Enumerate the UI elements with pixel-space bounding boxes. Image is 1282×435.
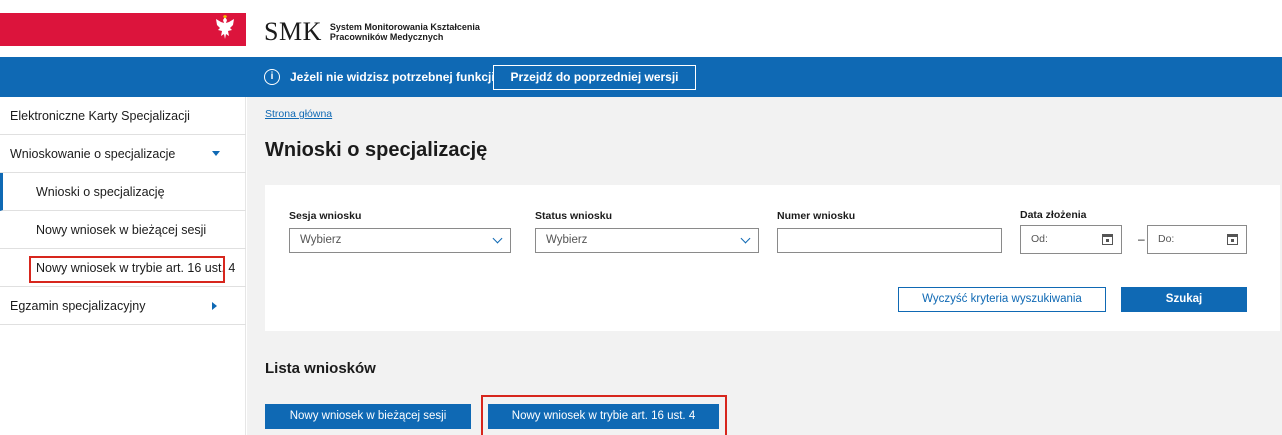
search-button[interactable]: Szukaj: [1121, 287, 1247, 312]
list-title: Lista wniosków: [265, 360, 376, 377]
info-text: Jeżeli nie widzisz potrzebnej funkcji: [290, 70, 495, 84]
sidebar-item-label: Wnioskowanie o specjalizacje: [10, 147, 176, 161]
logo-subtitle-line1: System Monitorowania Kształcenia: [329, 22, 480, 32]
sidebar: Elektroniczne Karty Specjalizacji Wniosk…: [0, 97, 246, 435]
chevron-down-icon: [740, 233, 751, 244]
logo-smk-text: SMK: [264, 17, 322, 46]
caret-down-icon: [212, 151, 220, 156]
date-label: Data złożenia: [1020, 209, 1087, 221]
calendar-icon[interactable]: [1227, 234, 1238, 245]
info-bar: i Jeżeli nie widzisz potrzebnej funkcji …: [0, 57, 1282, 97]
chevron-down-icon: [492, 233, 503, 244]
white-eagle-emblem-icon: [216, 15, 234, 39]
main-content: Strona główna Wnioski o specjalizację Se…: [247, 97, 1282, 435]
sidebar-item-wnioskowanie[interactable]: Wnioskowanie o specjalizacje: [0, 135, 246, 173]
status-select[interactable]: Wybierz: [535, 228, 759, 253]
date-from-input[interactable]: Od:: [1020, 225, 1122, 254]
sidebar-item-wnioski[interactable]: Wnioski o specjalizację: [0, 173, 246, 211]
sidebar-item-label: Egzamin specjalizacyjny: [10, 299, 146, 313]
sidebar-item-label: Wnioski o specjalizację: [36, 185, 165, 199]
new-current-session-button[interactable]: Nowy wniosek w bieżącej sesji: [265, 404, 471, 429]
previous-version-button[interactable]: Przejdź do poprzedniej wersji: [493, 65, 696, 90]
calendar-icon[interactable]: [1102, 234, 1113, 245]
page-title: Wnioski o specjalizację: [265, 139, 488, 161]
number-input[interactable]: [777, 228, 1002, 253]
session-select[interactable]: Wybierz: [289, 228, 511, 253]
date-to-input[interactable]: Do:: [1147, 225, 1247, 254]
session-label: Sesja wniosku: [289, 210, 362, 222]
date-range-dash: –: [1138, 232, 1145, 246]
highlight-box: [29, 256, 225, 283]
session-select-value: Wybierz: [300, 234, 342, 246]
status-label: Status wniosku: [535, 210, 613, 222]
filter-card: Sesja wniosku Wybierz Status wniosku Wyb…: [265, 185, 1280, 331]
sidebar-item-label: Elektroniczne Karty Specjalizacji: [10, 109, 190, 123]
date-from-placeholder: Od:: [1031, 233, 1048, 245]
number-label: Numer wniosku: [777, 210, 856, 222]
sidebar-item-label: Nowy wniosek w bieżącej sesji: [36, 223, 207, 237]
clear-criteria-button[interactable]: Wyczyść kryteria wyszukiwania: [898, 287, 1106, 312]
date-to-placeholder: Do:: [1158, 233, 1175, 245]
breadcrumb-home-link[interactable]: Strona główna: [265, 108, 332, 120]
app-header: SMK System Monitorowania Kształcenia Pra…: [0, 0, 1282, 57]
sidebar-item-nowy-biezaca[interactable]: Nowy wniosek w bieżącej sesji: [0, 211, 246, 249]
sidebar-item-e-karty[interactable]: Elektroniczne Karty Specjalizacji: [0, 97, 246, 135]
highlight-box: [481, 395, 727, 435]
info-icon: i: [264, 69, 280, 85]
smk-logo[interactable]: SMK System Monitorowania Kształcenia Pra…: [264, 19, 480, 45]
polish-flag-banner: [0, 13, 246, 46]
sidebar-item-egzamin[interactable]: Egzamin specjalizacyjny: [0, 287, 246, 325]
logo-subtitle-line2: Pracowników Medycznych: [329, 32, 444, 42]
status-select-value: Wybierz: [546, 234, 588, 246]
logo-subtitle: System Monitorowania Kształcenia Pracown…: [330, 22, 480, 42]
caret-right-icon: [212, 302, 217, 310]
